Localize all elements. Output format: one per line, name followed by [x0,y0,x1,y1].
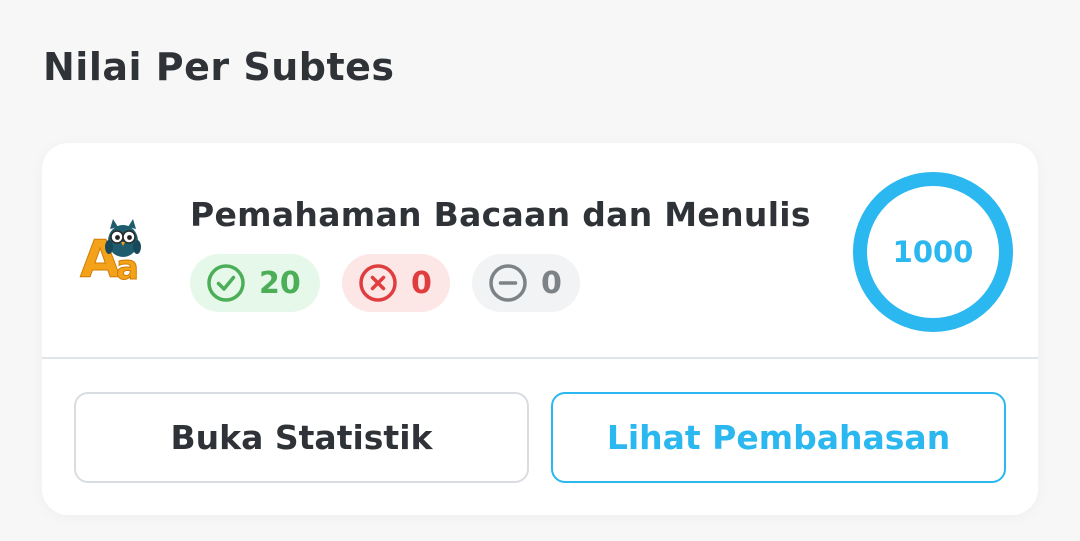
open-statistics-button[interactable]: Buka Statistik [74,392,529,483]
correct-count: 20 [259,265,301,301]
score-value: 1000 [892,235,974,269]
minus-circle-icon [489,264,527,302]
wrong-count: 0 [411,265,432,301]
correct-count-badge: 20 [190,254,320,312]
answer-stats: 20 0 0 [190,254,580,312]
card-divider [42,357,1038,359]
check-circle-icon [207,264,245,302]
x-circle-icon [359,264,397,302]
empty-count: 0 [541,265,562,301]
section-title: Nilai Per Subtes [43,45,395,89]
empty-count-badge: 0 [472,254,580,312]
reading-owl-icon: A a [80,219,141,281]
subtest-title: Pemahaman Bacaan dan Menulis [190,195,811,234]
subtest-card: A a Pemahaman Bacaan dan Menulis 20 0 0 … [42,143,1038,515]
wrong-count-badge: 0 [342,254,450,312]
view-discussion-button[interactable]: Lihat Pembahasan [551,392,1006,483]
